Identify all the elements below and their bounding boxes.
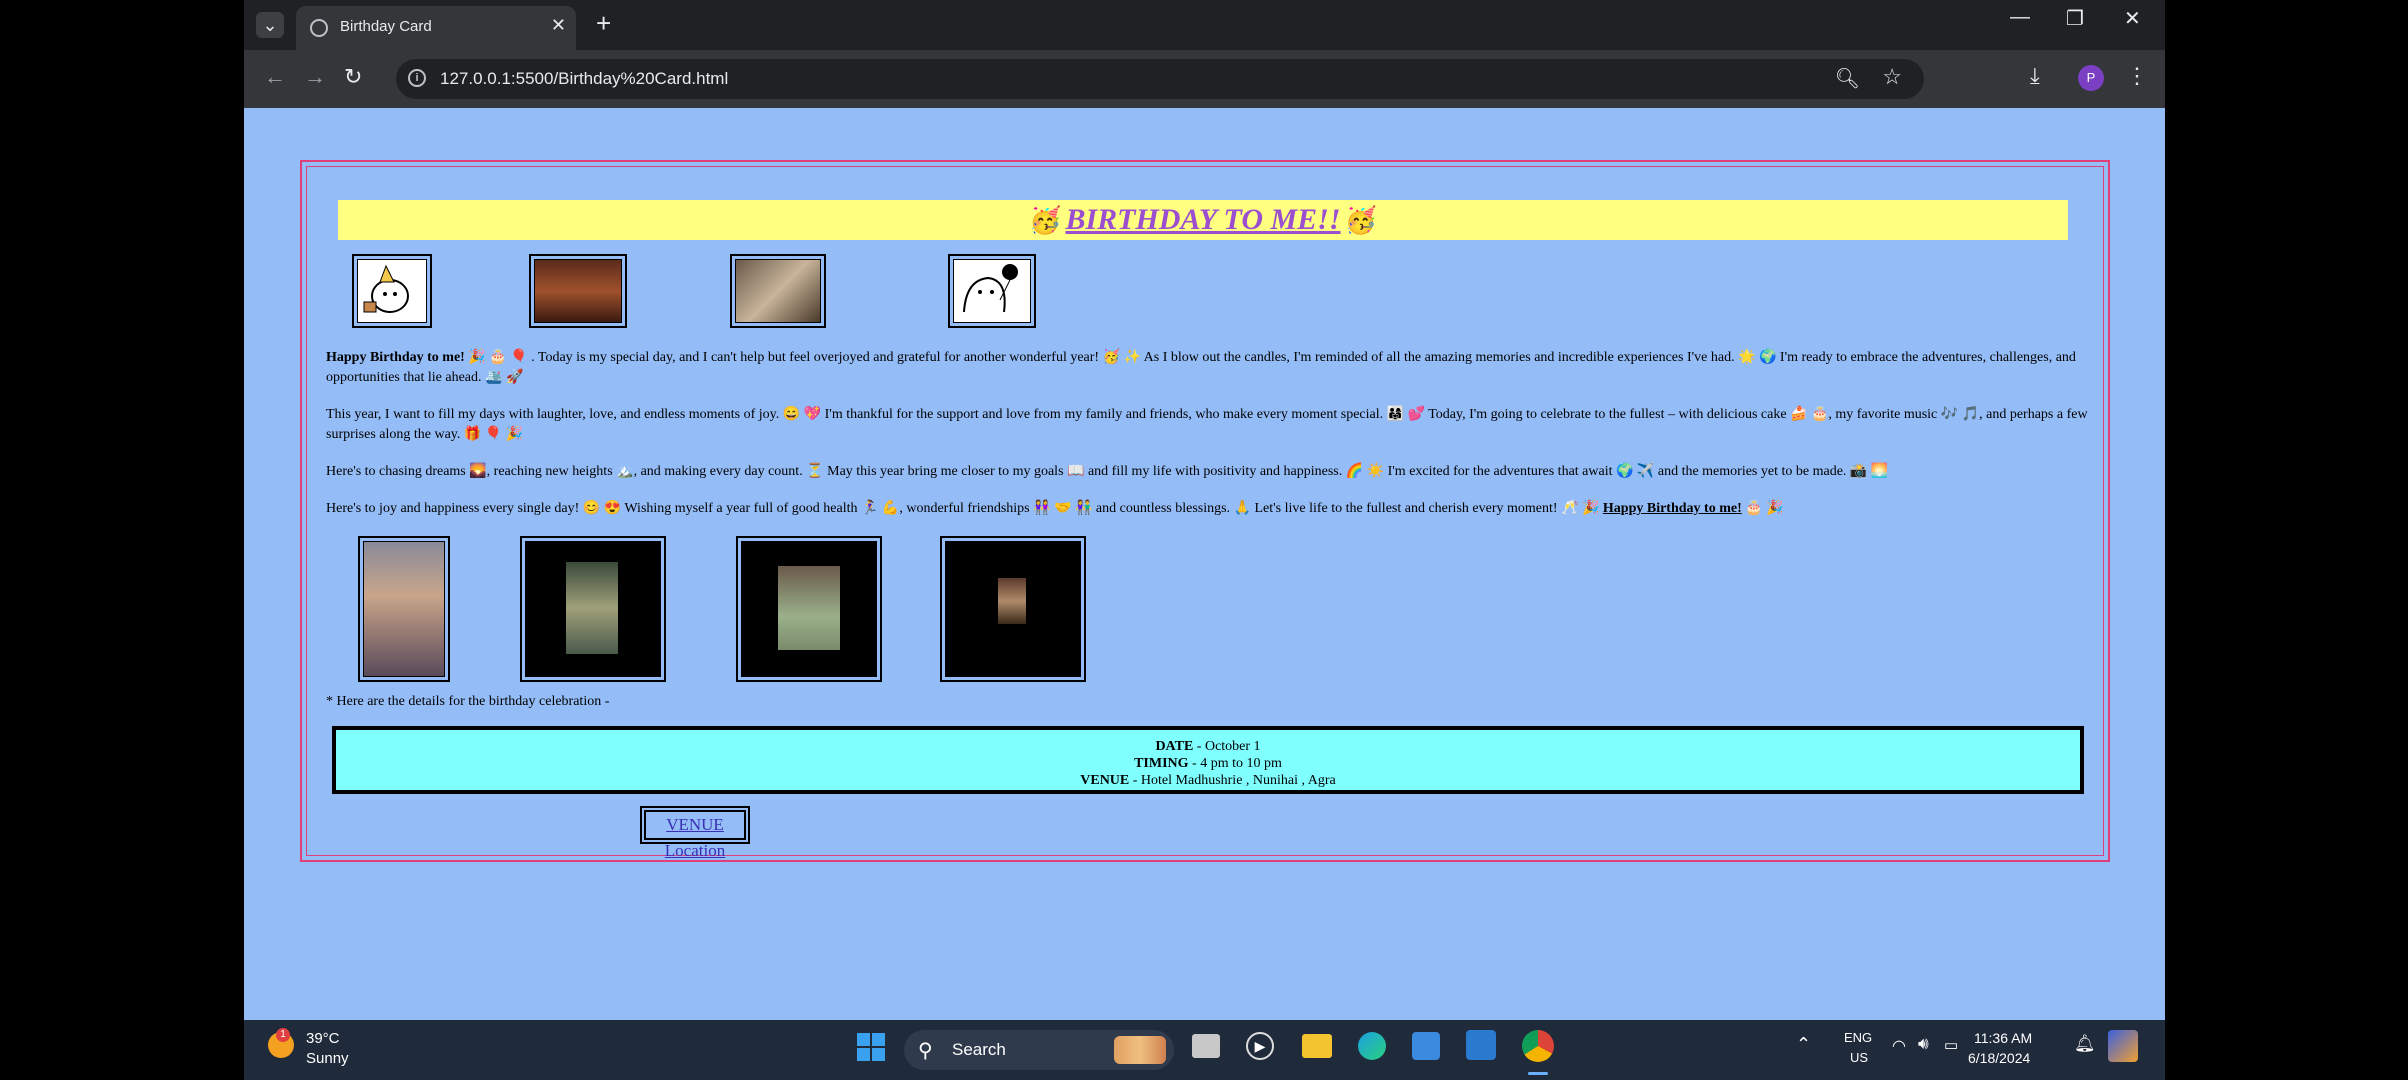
heading-banner: 🥳 BIRTHDAY TO ME!! 🥳 <box>338 200 2068 240</box>
wifi-icon[interactable]: ◠ <box>1892 1036 1906 1056</box>
volume-icon[interactable]: 🔊︎ <box>1918 1034 1929 1054</box>
paragraph-4-end: 🎂 🎉 <box>1741 501 1784 516</box>
timing-line: TIMING - 4 pm to 10 pm <box>336 755 2080 772</box>
photo-4 <box>940 536 1086 682</box>
new-tab-button[interactable]: + <box>596 8 611 39</box>
browser-toolbar: ← → ↻ i 127.0.0.1:5500/Birthday%20Card.h… <box>244 50 2165 108</box>
greeting-bold: Happy Birthday to me! <box>326 350 465 365</box>
venue-value: - Hotel Madhushrie , Nunihai , Agra <box>1129 773 1336 788</box>
sticker-balloon-drawing <box>948 254 1036 328</box>
paragraph-1: Happy Birthday to me! 🎉 🎂 🎈 . Today is m… <box>326 348 2096 388</box>
date-label: DATE <box>1155 739 1194 754</box>
paragraph-2: This year, I want to fill my days with l… <box>326 407 2088 442</box>
sticker-cake-drawing <box>352 254 432 328</box>
photo-3 <box>736 536 882 682</box>
weather-badge: 1 <box>276 1028 290 1042</box>
closing-greeting-bold: Happy Birthday to me! <box>1602 501 1742 516</box>
close-tab-icon[interactable]: ✕ <box>551 15 566 36</box>
tab-search-dropdown[interactable]: ⌄ <box>256 12 284 38</box>
chrome-active-indicator <box>1528 1072 1548 1075</box>
photo-1 <box>358 536 450 682</box>
tab-strip: ⌄ Birthday Card ✕ + — ❐ ✕ <box>244 0 2165 50</box>
minimize-button[interactable]: — <box>2010 6 2030 29</box>
language-bottom[interactable]: US <box>1850 1050 1868 1065</box>
show-hidden-icons-icon[interactable]: ⌃ <box>1796 1034 1811 1055</box>
media-player-icon[interactable]: ▶ <box>1246 1032 1274 1060</box>
edge-icon[interactable] <box>1358 1032 1386 1060</box>
party-emoji-left: 🥳 <box>1029 206 1062 235</box>
forward-button[interactable]: → <box>304 64 326 90</box>
party-emoji-right: 🥳 <box>1344 206 1377 235</box>
copilot-icon[interactable] <box>2108 1030 2138 1062</box>
tab-title: Birthday Card <box>340 18 432 35</box>
back-button[interactable]: ← <box>264 64 286 90</box>
venue-label: VENUE <box>1080 773 1130 788</box>
birthday-card: 🥳 BIRTHDAY TO ME!! 🥳 Happy Birthday to m… <box>300 160 2110 862</box>
menu-icon[interactable]: ⋮ <box>2126 63 2148 89</box>
language-top[interactable]: ENG <box>1844 1030 1872 1045</box>
weather-text[interactable]: Sunny <box>306 1050 349 1067</box>
battery-icon[interactable]: ▭ <box>1944 1036 1958 1054</box>
sticker-happy-birthday-meme <box>529 254 627 328</box>
details-intro: * Here are the details for the birthday … <box>326 694 610 709</box>
task-view-icon[interactable] <box>1192 1034 1220 1058</box>
chrome-icon[interactable] <box>1522 1030 1554 1062</box>
bookmark-star-icon[interactable]: ☆ <box>1882 64 1902 90</box>
venue-line: VENUE - Hotel Madhushrie , Nunihai , Agr… <box>336 772 2080 789</box>
paragraph-1-text: 🎉 🎂 🎈 . Today is my special day, and I c… <box>326 350 2076 385</box>
start-icon[interactable] <box>856 1032 886 1062</box>
file-explorer-icon[interactable] <box>1302 1034 1332 1058</box>
temperature[interactable]: 39°C <box>306 1030 340 1047</box>
browser-window: ⌄ Birthday Card ✕ + — ❐ ✕ ← → ↻ i 127.0.… <box>244 0 2165 1080</box>
notification-bell-icon[interactable]: 🔔︎ <box>2074 1034 2096 1054</box>
restore-button[interactable]: ❐ <box>2066 6 2084 31</box>
photo-2 <box>520 536 666 682</box>
taskbar-search[interactable]: ⚲ Search <box>904 1030 1174 1070</box>
date-value: - October 1 <box>1193 739 1261 754</box>
store-icon[interactable] <box>1412 1032 1440 1060</box>
paragraph-4-text: Here's to joy and happiness every single… <box>326 501 1603 516</box>
page-title[interactable]: BIRTHDAY TO ME!! <box>1065 203 1340 236</box>
globe-icon <box>310 19 328 37</box>
venue-location-link[interactable]: VENUE Location <box>665 815 725 860</box>
search-highlight-icon <box>1114 1036 1166 1064</box>
clock-date[interactable]: 6/18/2024 <box>1968 1050 2030 1066</box>
taskbar: 1 39°C Sunny ⚲ Search ▶ ⌃ ENG US ◠ 🔊︎ ▭ … <box>244 1020 2165 1080</box>
tab-birthday-card[interactable]: Birthday Card ✕ <box>296 6 576 50</box>
search-label: Search <box>952 1040 1006 1059</box>
timing-label: TIMING <box>1134 756 1189 771</box>
vscode-icon[interactable] <box>1466 1030 1496 1060</box>
search-icon: ⚲ <box>918 1040 933 1062</box>
sticker-cat-bottle <box>730 254 826 328</box>
zoom-icon[interactable]: 🔍︎ <box>1835 66 1860 91</box>
event-details-box: DATE - October 1 TIMING - 4 pm to 10 pm … <box>332 726 2084 794</box>
address-bar[interactable]: i 127.0.0.1:5500/Birthday%20Card.html 🔍︎… <box>396 59 1924 99</box>
clock-time[interactable]: 11:36 AM <box>1974 1030 2032 1046</box>
reload-button[interactable]: ↻ <box>344 64 362 90</box>
site-info-icon[interactable]: i <box>408 69 426 87</box>
paragraph-4: Here's to joy and happiness every single… <box>326 499 2096 519</box>
date-line: DATE - October 1 <box>336 738 2080 755</box>
close-window-button[interactable]: ✕ <box>2124 6 2141 31</box>
profile-avatar[interactable]: P <box>2078 65 2104 91</box>
venue-location-button[interactable]: VENUE Location <box>640 806 750 860</box>
url-text[interactable]: 127.0.0.1:5500/Birthday%20Card.html <box>440 69 728 89</box>
page-content: 🥳 BIRTHDAY TO ME!! 🥳 Happy Birthday to m… <box>244 108 2165 1020</box>
download-icon[interactable]: ⤓ <box>2030 63 2040 89</box>
paragraph-3: Here's to chasing dreams 🌄, reaching new… <box>326 464 1889 479</box>
timing-value: - 4 pm to 10 pm <box>1188 756 1282 771</box>
